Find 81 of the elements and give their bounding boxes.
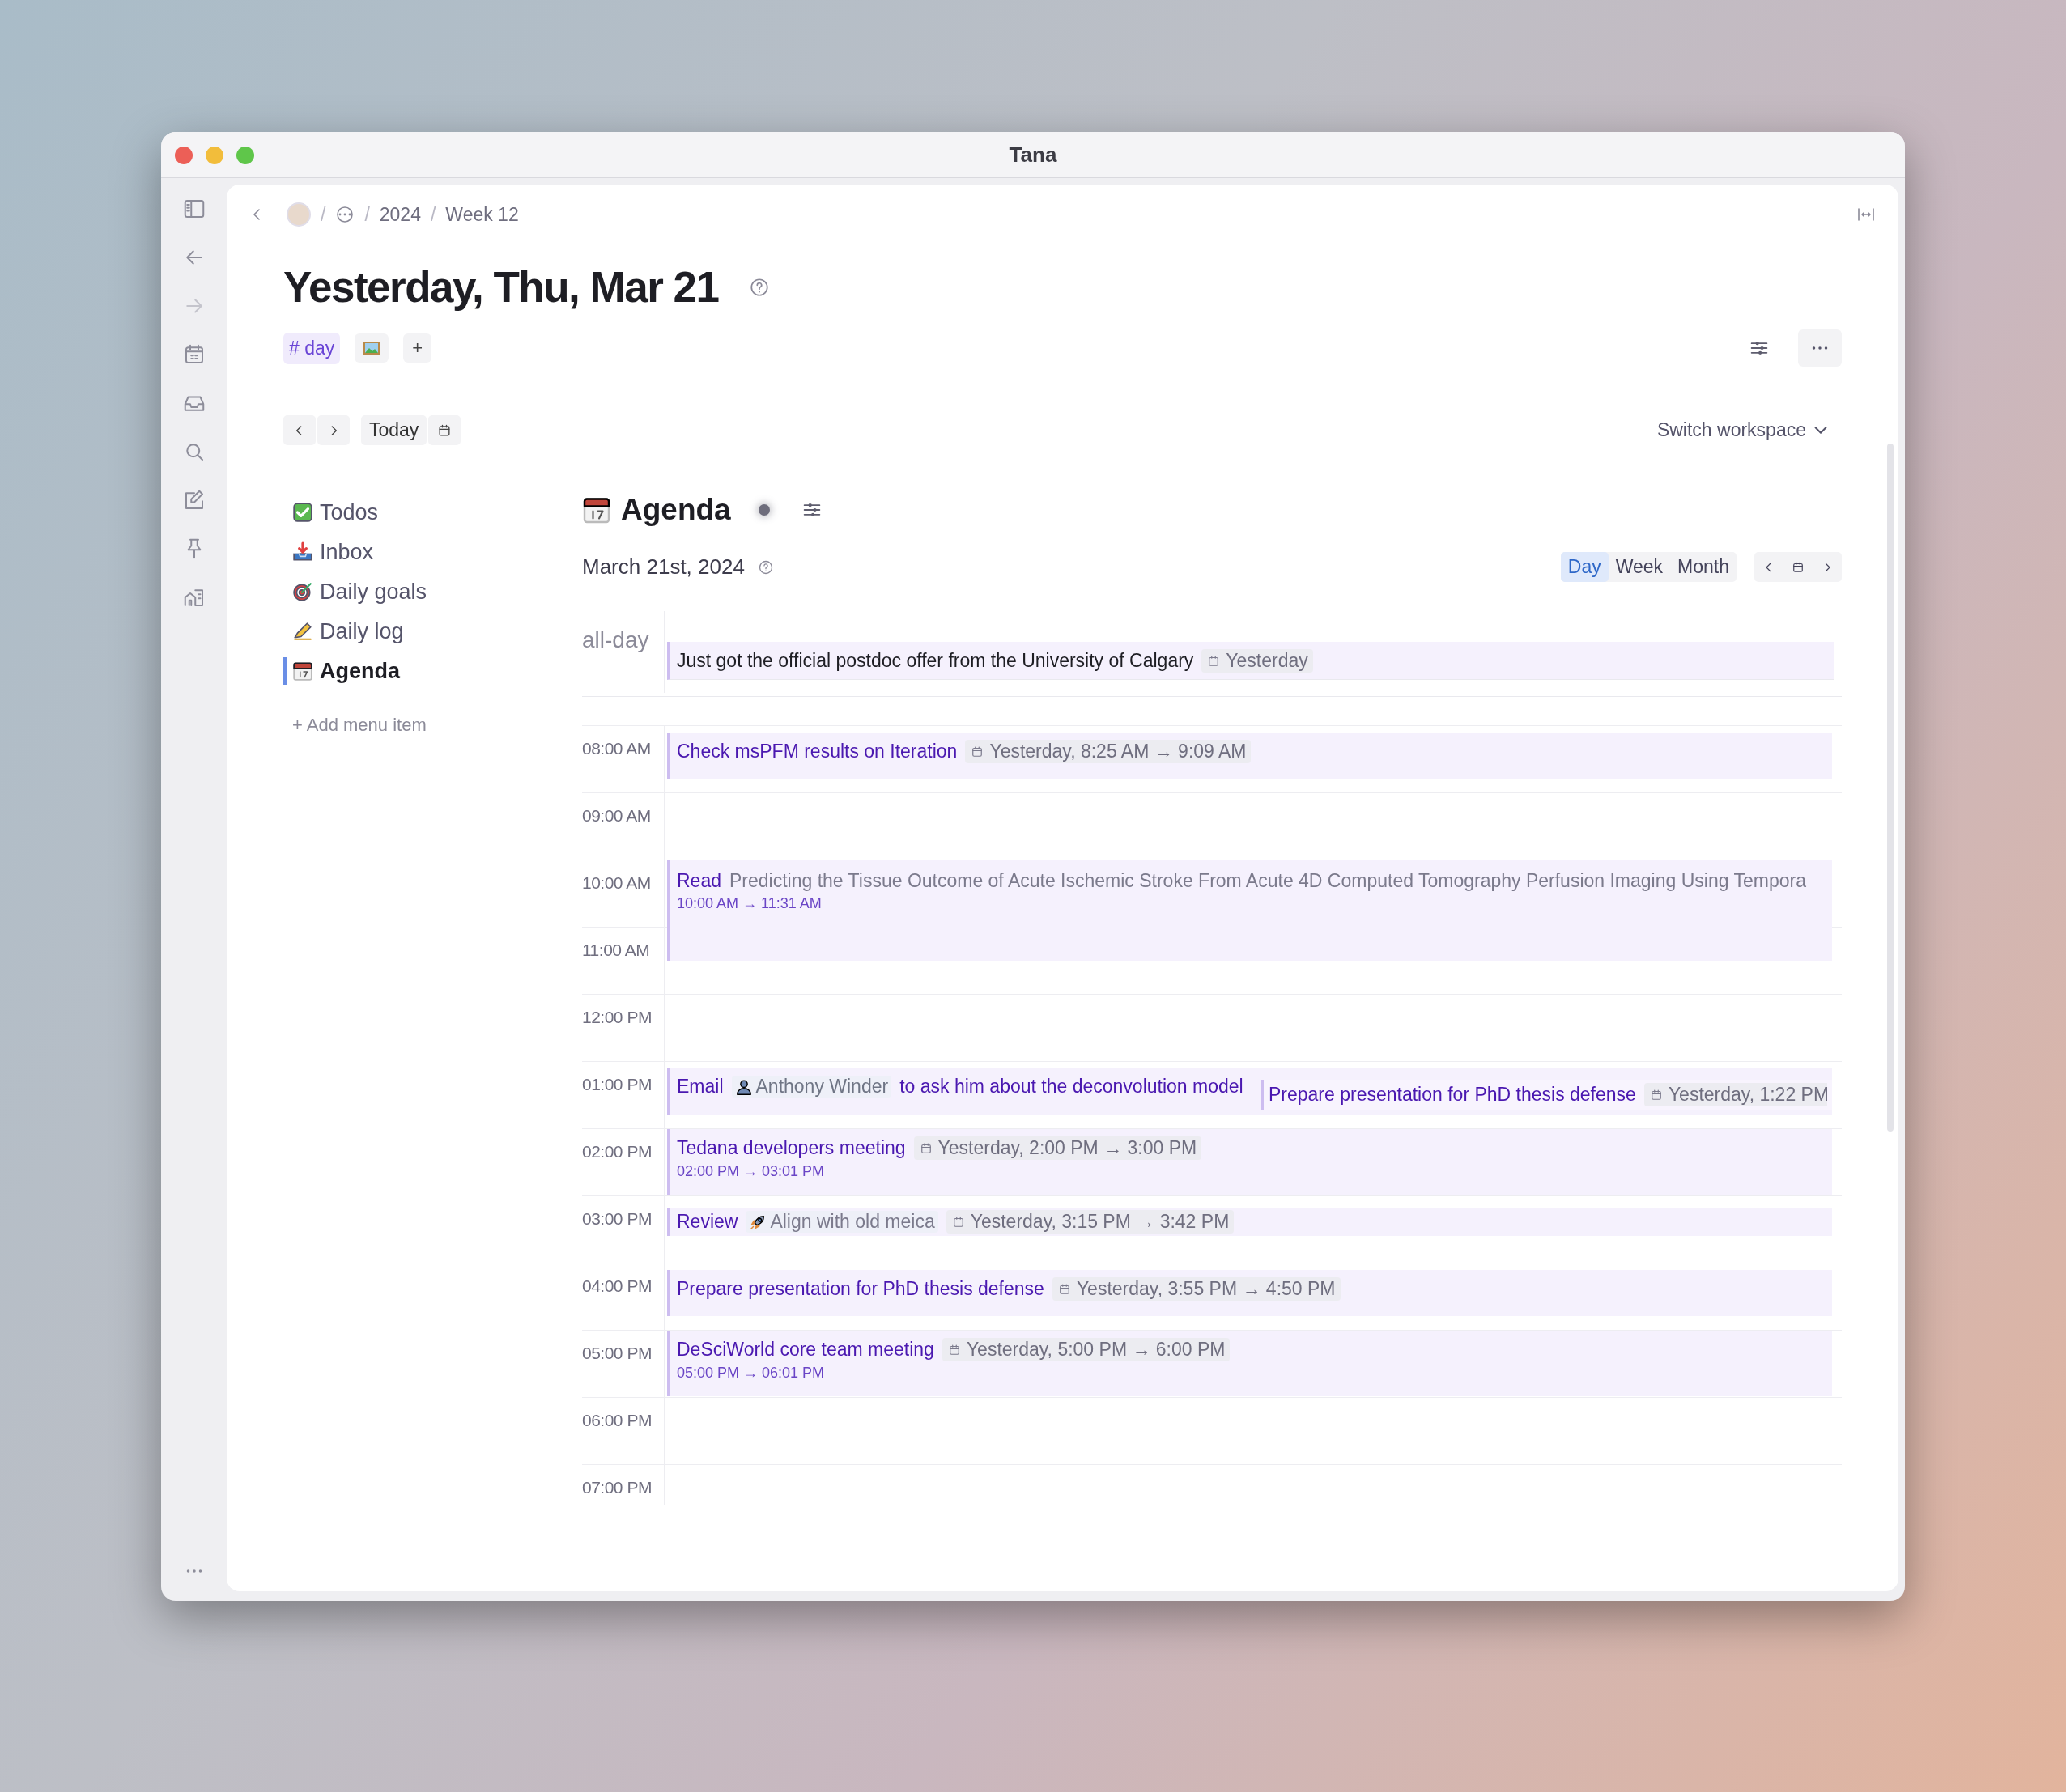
time-label: 04:00 PM	[582, 1276, 653, 1297]
ellipsis-circle-icon[interactable]	[335, 205, 355, 224]
all-day-label: all-day	[582, 626, 650, 654]
checkbox-icon	[292, 502, 313, 523]
breadcrumb-separator: /	[321, 203, 326, 226]
reference-link[interactable]: Predicting the Tissue Outcome of Acute Ischemic Stroke From Acute 4D Computed Tomography Perfusion Imaging Using Tempora	[729, 870, 1806, 892]
time-label: 09:00 AM	[582, 805, 652, 826]
calendar-event[interactable]: Check msPFM results on Iteration Yesterday, 8:25 AM → 9:09 AM	[667, 733, 1832, 779]
pencil-icon	[292, 621, 313, 642]
calendar-icon	[582, 495, 611, 524]
date-chip: Yesterday	[1201, 649, 1313, 673]
calendar-event[interactable]: Read Predicting the Tissue Outcome of Acute Ischemic Stroke From Acute 4D Computed Tomography Perfusion Imaging Using Tempora 10:00 AM → 11:31 AM	[667, 860, 1832, 961]
scrollbar[interactable]	[1887, 444, 1894, 1132]
view-tab[interactable]: Week	[1608, 552, 1671, 582]
event-title[interactable]: Tedana developers meeting	[677, 1137, 906, 1159]
event-title[interactable]: Read	[677, 870, 721, 892]
menu-item[interactable]: Daily goals	[283, 578, 582, 605]
calendar-event[interactable]: Prepare presentation for PhD thesis defense Yesterday, 3:55 PM → 4:50 PM	[667, 1270, 1832, 1316]
time-label: 02:00 PM	[582, 1141, 653, 1162]
calendar-icon	[1791, 559, 1805, 575]
image-button[interactable]	[355, 333, 389, 363]
event-title[interactable]: Prepare presentation for PhD thesis defense	[1269, 1084, 1636, 1106]
time-label: 03:00 PM	[582, 1208, 653, 1229]
minimize-button[interactable]	[206, 147, 223, 164]
agenda-title: Agenda	[621, 493, 731, 527]
event-title[interactable]: Review	[677, 1211, 738, 1233]
event-title[interactable]: DeSciWorld core team meeting	[677, 1339, 934, 1361]
date-picker-button[interactable]	[428, 415, 461, 445]
time-label: 01:00 PM	[582, 1074, 653, 1095]
time-range: 10:00 AM → 11:31 AM	[677, 895, 823, 912]
calendar-event[interactable]: DeSciWorld core team meeting Yesterday, 5:00 PM → 6:00 PM 05:00 PM → 06:01 PM	[667, 1331, 1832, 1396]
breadcrumb-separator: /	[364, 203, 370, 226]
event-title[interactable]: Check msPFM results on Iteration	[677, 741, 958, 762]
inbox-tray-icon	[292, 541, 313, 563]
date-chip: Yesterday, 5:00 PM → 6:00 PM	[942, 1338, 1231, 1361]
close-button[interactable]	[175, 147, 193, 164]
view-tab[interactable]: Month	[1670, 552, 1737, 582]
event-title[interactable]: Email	[677, 1076, 724, 1098]
menu-item[interactable]: Daily log	[283, 618, 582, 645]
zoom-button[interactable]	[236, 147, 254, 164]
window-title: Tana	[1009, 142, 1057, 168]
time-label: 10:00 AM	[582, 873, 652, 894]
breadcrumb-separator: /	[430, 203, 436, 226]
calendar-event[interactable]: Just got the official postdoc offer from the University of Calgary Yesterday	[667, 642, 1834, 680]
menu-item[interactable]: Inbox	[283, 538, 582, 566]
tag-chip[interactable]: # day	[283, 332, 341, 364]
event-title[interactable]: Prepare presentation for PhD thesis defense	[677, 1278, 1044, 1300]
breadcrumb-link[interactable]: Week 12	[445, 203, 519, 226]
time-label: 07:00 PM	[582, 1477, 653, 1498]
menu-item[interactable]: Todos	[283, 499, 582, 526]
time-label: 11:00 AM	[582, 940, 651, 961]
chevron-down-icon	[1814, 427, 1827, 434]
date-chip: Yesterday, 8:25 AM → 9:09 AM	[965, 740, 1252, 763]
date-chip: Yesterday, 1:22 PM	[1643, 1083, 1827, 1106]
menu-item[interactable]: Agenda	[283, 657, 582, 685]
view-tab[interactable]: Day	[1560, 552, 1609, 582]
date-chip: Yesterday, 2:00 PM → 3:00 PM	[913, 1136, 1202, 1160]
target-icon	[292, 581, 313, 602]
help-icon[interactable]	[757, 558, 774, 575]
status-dot	[758, 504, 770, 516]
event-title[interactable]: Just got the official postdoc offer from the University of Calgary	[677, 650, 1194, 672]
time-range: 02:00 PM → 03:01 PM	[677, 1163, 826, 1180]
calendar-icon	[292, 660, 313, 682]
time-range: 05:00 PM → 06:01 PM	[677, 1365, 826, 1382]
calendar-event[interactable]: Review Align with old meica Yesterday, 3:15 PM → 3:42 PM	[667, 1208, 1832, 1236]
add-button[interactable]: +	[403, 333, 432, 363]
more-icon	[1812, 346, 1828, 350]
agenda-date: March 21st, 2024	[582, 554, 745, 580]
help-icon[interactable]	[749, 276, 771, 298]
breadcrumb-link[interactable]: 2024	[379, 203, 421, 226]
workspace-switcher[interactable]: Switch workspace	[1652, 418, 1832, 442]
time-label: 12:00 PM	[582, 1007, 653, 1028]
date-chip: Yesterday, 3:55 PM → 4:50 PM	[1052, 1277, 1341, 1301]
time-label: 08:00 AM	[582, 738, 652, 759]
today-button[interactable]: Today	[361, 415, 427, 445]
time-label: 06:00 PM	[582, 1410, 653, 1431]
time-label: 05:00 PM	[582, 1343, 653, 1364]
page-title: Yesterday, Thu, Mar 21	[283, 262, 719, 312]
event-text: to ask him about the deconvolution model	[899, 1076, 1243, 1098]
calendar-event[interactable]: Tedana developers meeting Yesterday, 2:00 PM → 3:00 PM 02:00 PM → 03:01 PM	[667, 1129, 1832, 1195]
date-chip: Yesterday, 3:15 PM → 3:42 PM	[946, 1210, 1235, 1234]
